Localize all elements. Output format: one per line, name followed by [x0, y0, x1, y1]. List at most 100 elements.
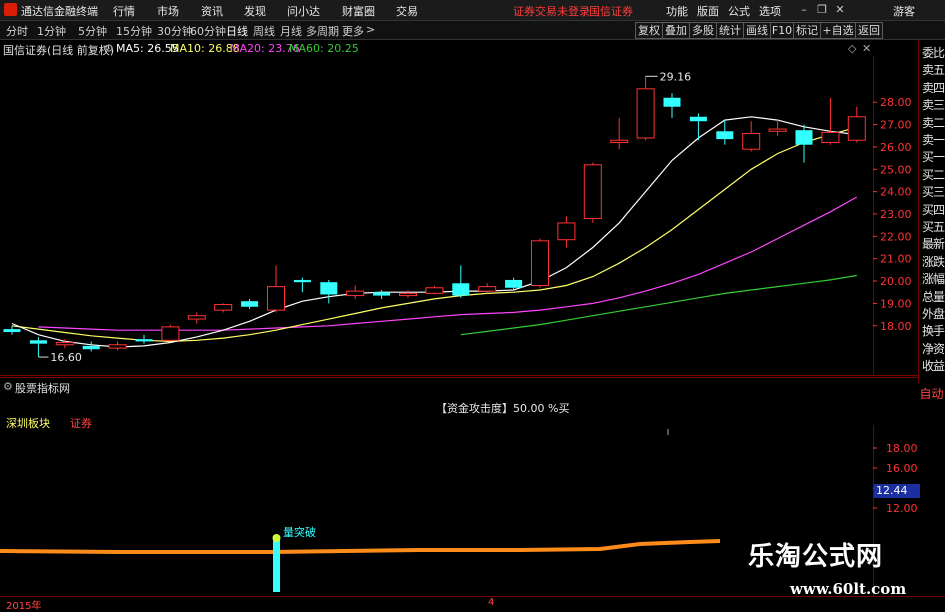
candle[interactable] [373, 290, 391, 299]
candle[interactable] [241, 298, 259, 309]
candle[interactable] [557, 216, 576, 248]
candle[interactable] [742, 121, 761, 152]
side-panel-item[interactable]: 买二 [920, 166, 945, 183]
price-axis-label: 25.00 [880, 163, 912, 176]
close-icon[interactable]: ✕ [833, 3, 847, 17]
candle[interactable] [583, 162, 602, 223]
menu-item-layout[interactable]: 版面 [697, 3, 719, 19]
side-panel-item[interactable]: 卖一 [920, 131, 945, 148]
period-tab-1min[interactable]: 1分钟 [37, 23, 66, 39]
candle[interactable] [636, 76, 655, 141]
settings-gear-icon[interactable]: ⚙ [104, 42, 114, 55]
side-panel-item[interactable]: 买四 [920, 201, 945, 218]
period-tab-daily[interactable]: 日线 [226, 23, 248, 39]
multi-stock-button[interactable]: 多股 [689, 22, 717, 39]
candle[interactable] [135, 334, 153, 344]
period-tab-5min[interactable]: 5分钟 [78, 23, 107, 39]
side-panel-item[interactable]: 买一 [920, 148, 945, 165]
add-watchlist-button[interactable]: +自选 [820, 22, 856, 39]
f10-button[interactable]: F10 [770, 22, 794, 39]
menu-item-quotes[interactable]: 行情 [113, 3, 135, 19]
menu-item-function[interactable]: 功能 [666, 3, 688, 19]
mark-button[interactable]: 标记 [793, 22, 821, 39]
menu-item-market[interactable]: 市场 [157, 3, 179, 19]
restore-icon[interactable]: ❐ [815, 3, 829, 17]
candle-body [346, 290, 365, 297]
candle[interactable] [689, 113, 707, 141]
candle-body [847, 116, 866, 141]
side-panel-item[interactable]: 买五 [920, 218, 945, 235]
side-panel-item[interactable]: 卖五 [920, 61, 945, 78]
menu-item-wealth[interactable]: 财富圈 [342, 3, 375, 19]
period-tab-weekly[interactable]: 周线 [253, 23, 275, 39]
candle[interactable] [821, 97, 840, 145]
indicator-gear-icon[interactable]: ⚙ [3, 380, 13, 393]
indicator-current-value: 12.44 [874, 484, 920, 498]
candle[interactable] [452, 265, 470, 298]
menu-item-ask[interactable]: 问小达 [287, 3, 320, 19]
candle[interactable] [320, 279, 338, 304]
candle[interactable] [187, 312, 206, 324]
side-panel-item[interactable]: 买三 [920, 183, 945, 200]
diamond-icon[interactable]: ◇ [848, 42, 856, 55]
candle[interactable] [82, 341, 100, 352]
side-panel-item[interactable]: 换手 [920, 322, 945, 339]
minimize-icon[interactable]: – [797, 3, 811, 17]
period-tab-multi[interactable]: 多周期 [306, 23, 339, 39]
candle-body [821, 131, 840, 143]
candlestick-chart[interactable]: 18.00 19.00 20.00 21.00 22.00 23.00 24.00 25.00… [0, 56, 918, 376]
candle[interactable] [478, 283, 497, 294]
candle[interactable] [768, 120, 787, 136]
period-tab-monthly[interactable]: 月线 [280, 23, 302, 39]
side-panel-item[interactable]: 涨跌 [920, 253, 945, 270]
menu-item-options[interactable]: 选项 [759, 3, 781, 19]
candle[interactable] [610, 117, 629, 150]
period-tab-60min[interactable]: 60分钟 [190, 23, 226, 39]
chevron-right-icon[interactable]: > [366, 23, 375, 36]
period-tab-more[interactable]: 更多 [342, 23, 364, 39]
candle[interactable] [425, 285, 444, 295]
adjust-button[interactable]: 复权 [635, 22, 663, 39]
candle[interactable] [531, 238, 549, 288]
stats-button[interactable]: 统计 [716, 22, 744, 39]
candle-body [55, 342, 74, 346]
login-notice[interactable]: 证券交易未登录 [513, 3, 590, 19]
side-panel-item[interactable]: 卖四 [920, 79, 945, 96]
candle[interactable] [399, 290, 417, 298]
candle[interactable] [795, 124, 813, 163]
candle[interactable] [161, 324, 180, 342]
side-panel-item[interactable]: 涨幅 [920, 270, 945, 287]
candle[interactable] [55, 339, 74, 349]
draw-button[interactable]: 画线 [743, 22, 771, 39]
candle[interactable] [346, 285, 365, 299]
menu-item-trade[interactable]: 交易 [396, 3, 418, 19]
candle[interactable] [108, 341, 127, 351]
period-tab-30min[interactable]: 30分钟 [157, 23, 193, 39]
candle[interactable] [267, 265, 285, 313]
side-panel-item[interactable]: 收益 [920, 357, 945, 374]
side-panel-item[interactable]: 净资 [920, 340, 945, 357]
side-panel-item[interactable]: 外盘 [920, 305, 945, 322]
period-tab-intraday[interactable]: 分时 [6, 23, 28, 39]
overlay-button[interactable]: 叠加 [662, 22, 690, 39]
guest-label[interactable]: 游客 [893, 3, 915, 19]
side-panel-item[interactable]: 委比 [920, 44, 945, 61]
menu-item-discover[interactable]: 发现 [244, 3, 266, 19]
period-tab-15min[interactable]: 15分钟 [116, 23, 152, 39]
candle[interactable] [293, 277, 311, 293]
candle[interactable] [847, 106, 866, 143]
broker-name[interactable]: 国信证券 [589, 3, 633, 19]
candle[interactable] [29, 336, 47, 358]
candle[interactable] [214, 303, 233, 313]
side-panel-item[interactable]: 总量 [920, 288, 945, 305]
candle[interactable] [663, 93, 681, 118]
menu-item-news[interactable]: 资讯 [201, 3, 223, 19]
close-panel-icon[interactable]: ✕ [862, 42, 871, 55]
back-button[interactable]: 返回 [855, 22, 883, 39]
menu-item-formula[interactable]: 公式 [728, 3, 750, 19]
side-panel-item[interactable]: 卖二 [920, 114, 945, 131]
side-panel-item[interactable]: 最新 [920, 235, 945, 252]
auto-toggle[interactable]: 自动 [918, 385, 945, 401]
indicator-name[interactable]: 股票指标网 [15, 380, 70, 396]
side-panel-item[interactable]: 卖三 [920, 96, 945, 113]
